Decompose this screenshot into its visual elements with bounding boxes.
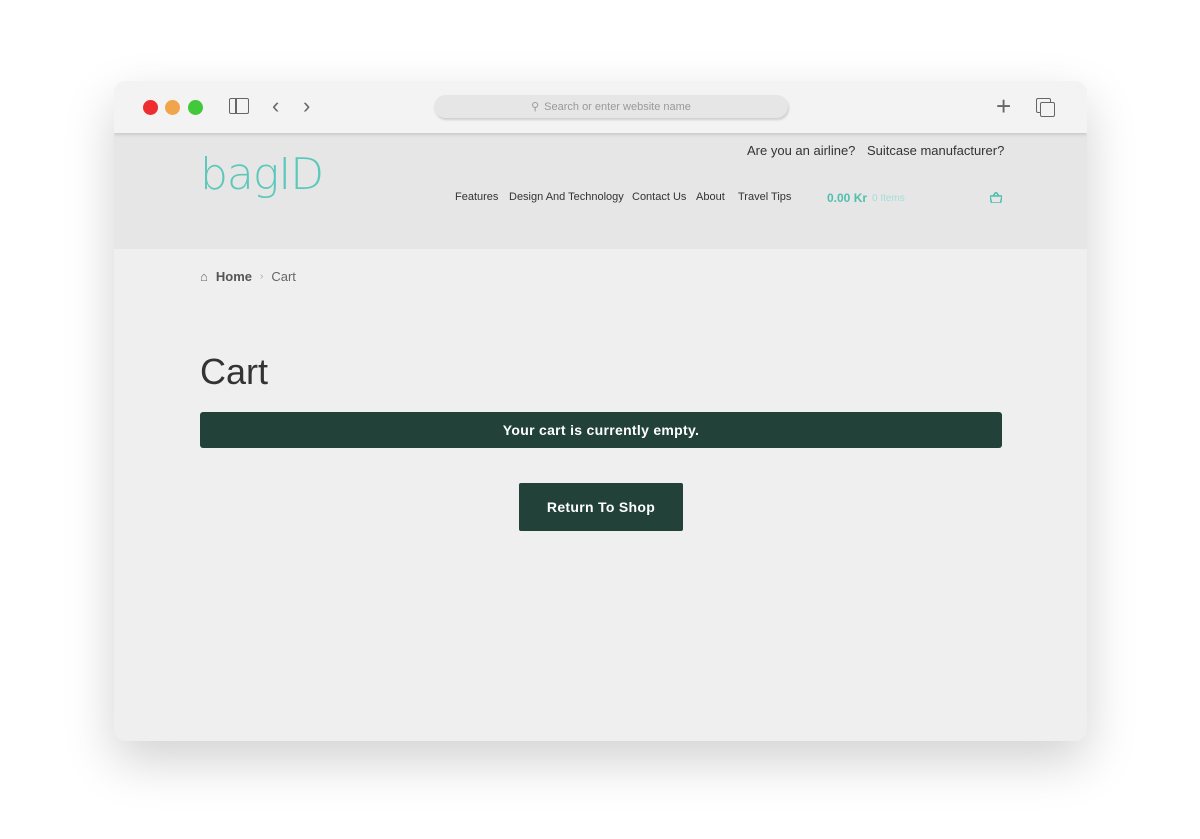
- site-header: bagID Are you an airline? Suitcase manuf…: [114, 133, 1087, 249]
- cart-count[interactable]: 0 Items: [872, 193, 905, 204]
- breadcrumb-current: Cart: [271, 269, 296, 284]
- breadcrumb-home[interactable]: Home: [216, 269, 252, 284]
- forward-icon[interactable]: ›: [303, 93, 310, 119]
- nav-about[interactable]: About: [696, 191, 725, 203]
- nav-design-technology[interactable]: Design And Technology: [509, 191, 624, 203]
- empty-cart-notice: Your cart is currently empty.: [200, 412, 1002, 448]
- cart-total[interactable]: 0.00 Kr: [827, 191, 867, 205]
- home-icon: ⌂: [200, 269, 208, 284]
- back-icon[interactable]: ‹: [272, 93, 279, 119]
- close-window-button[interactable]: [143, 100, 158, 115]
- basket-icon[interactable]: [990, 192, 1002, 203]
- browser-window: ‹ › ⚲ Search or enter website name + bagI…: [114, 81, 1087, 741]
- minimize-window-button[interactable]: [165, 100, 180, 115]
- new-tab-icon[interactable]: +: [996, 91, 1011, 122]
- manufacturer-link[interactable]: Suitcase manufacturer?: [867, 143, 1004, 158]
- nav-features[interactable]: Features: [455, 191, 498, 203]
- logo[interactable]: bagID: [200, 149, 324, 200]
- airline-link[interactable]: Are you an airline?: [747, 143, 855, 158]
- maximize-window-button[interactable]: [188, 100, 203, 115]
- return-to-shop-button[interactable]: Return To Shop: [519, 483, 683, 531]
- nav-travel-tips[interactable]: Travel Tips: [738, 191, 791, 203]
- nav-contact[interactable]: Contact Us: [632, 191, 686, 203]
- tabs-overview-icon[interactable]: [1036, 98, 1055, 117]
- page-title: Cart: [200, 351, 269, 392]
- search-icon: ⚲: [531, 101, 540, 113]
- breadcrumb-separator: ›: [259, 271, 264, 282]
- sidebar-icon[interactable]: [229, 98, 249, 114]
- address-bar[interactable]: ⚲ Search or enter website name: [434, 95, 788, 118]
- breadcrumb: ⌂ Home › Cart: [200, 269, 296, 284]
- browser-toolbar: ‹ › ⚲ Search or enter website name +: [114, 81, 1087, 133]
- address-placeholder: Search or enter website name: [544, 100, 691, 113]
